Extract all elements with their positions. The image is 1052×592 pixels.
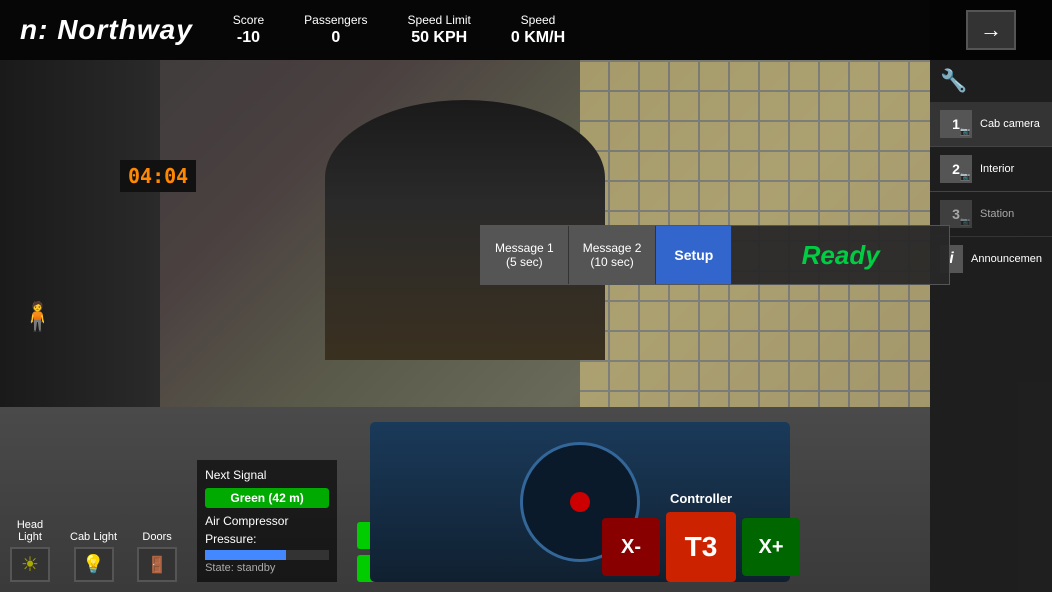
right-panel: → 🔧 1 📷 Cab camera 2 📷 Interior 3 📷 Stat… [930,0,1052,592]
camera-2-number: 2 📷 [940,155,972,183]
air-compressor-title: Air Compressor [205,514,329,528]
score-stat: Score -10 [233,13,264,47]
digital-clock: 04:04 [120,160,196,192]
t3-button[interactable]: T3 [666,512,736,582]
air-label: Air Compressor [205,514,288,528]
headlight-icon: ☀ [21,552,39,577]
camera-1-number: 1 📷 [940,110,972,138]
dashboard: HeadLight ☀ Cab Light 💡 Doors 🚪 [0,407,930,592]
gauge-center [570,492,590,512]
speed-limit-value: 50 KPH [411,29,467,47]
pressure-bar-container [205,550,329,560]
score-value: -10 [237,29,260,47]
controller-title: Controller [670,491,732,506]
doors-group: Doors 🚪 [137,531,177,582]
setup-button[interactable]: Setup [656,226,732,284]
message-overlay: Message 1 (5 sec) Message 2 (10 sec) Set… [480,225,950,285]
doors-label: Doors [142,531,171,543]
speed-label: Speed [521,13,556,27]
right-panel-top: → [930,0,1052,60]
passengers-label: Passengers [304,13,367,27]
camera-3-label: Station [980,208,1014,220]
next-signal-title: Next Signal [205,468,329,482]
message-1-button[interactable]: Message 1 (5 sec) [481,226,569,284]
passengers-stat: Passengers 0 [304,13,367,47]
camera-2-label: Interior [980,163,1014,175]
x-minus-button[interactable]: X- [602,518,660,576]
state-text: State: standby [205,562,329,574]
speed-value: 0 KM/H [511,29,565,47]
game-viewport: R143 04:04 🧍 n: Northway Score -10 Passe… [0,0,1052,592]
signal-section: Next Signal Green (42 m) Air Compressor … [197,460,337,582]
cab-light-icon: 💡 [82,554,104,575]
camera-2-button[interactable]: 2 📷 Interior [930,147,1052,192]
cab-light-button[interactable]: 💡 [74,547,114,582]
head-light-group: HeadLight ☀ [10,519,50,582]
head-light-button[interactable]: ☀ [10,547,50,582]
cab-light-label: Cab Light [70,531,117,543]
pressure-bar [205,550,286,560]
exit-button[interactable]: → [966,10,1016,50]
left-dark [0,60,160,420]
speed-limit-stat: Speed Limit 50 KPH [408,13,471,47]
camera-1-label: Cab camera [980,118,1040,130]
speed-stat: Speed 0 KM/H [511,13,565,47]
speed-limit-label: Speed Limit [408,13,471,27]
announce-label: Announcemen [971,253,1042,265]
controller-section: Controller X- T3 X+ [602,491,800,582]
ready-display: Ready [732,240,949,271]
message-2-button[interactable]: Message 2 (10 sec) [569,226,657,284]
camera-3-number: 3 📷 [940,200,972,228]
x-plus-button[interactable]: X+ [742,518,800,576]
cab-light-group: Cab Light 💡 [70,531,117,582]
passengers-value: 0 [331,29,340,47]
doors-button[interactable]: 🚪 [137,547,177,582]
camera-1-button[interactable]: 1 📷 Cab camera [930,102,1052,147]
score-label: Score [233,13,264,27]
head-light-label: HeadLight [17,519,43,543]
wrench-icon[interactable]: 🔧 [940,68,967,93]
door-icon: 🚪 [147,555,167,575]
pressure-label-text: Pressure: [205,532,329,546]
top-bar: n: Northway Score -10 Passengers 0 Speed… [0,0,930,60]
wrench-area: 🔧 [930,60,1052,102]
controller-buttons: X- T3 X+ [602,512,800,582]
page-title: n: Northway [20,14,193,46]
person-icon: 🧍 [20,300,55,333]
signal-green-display: Green (42 m) [205,488,329,508]
